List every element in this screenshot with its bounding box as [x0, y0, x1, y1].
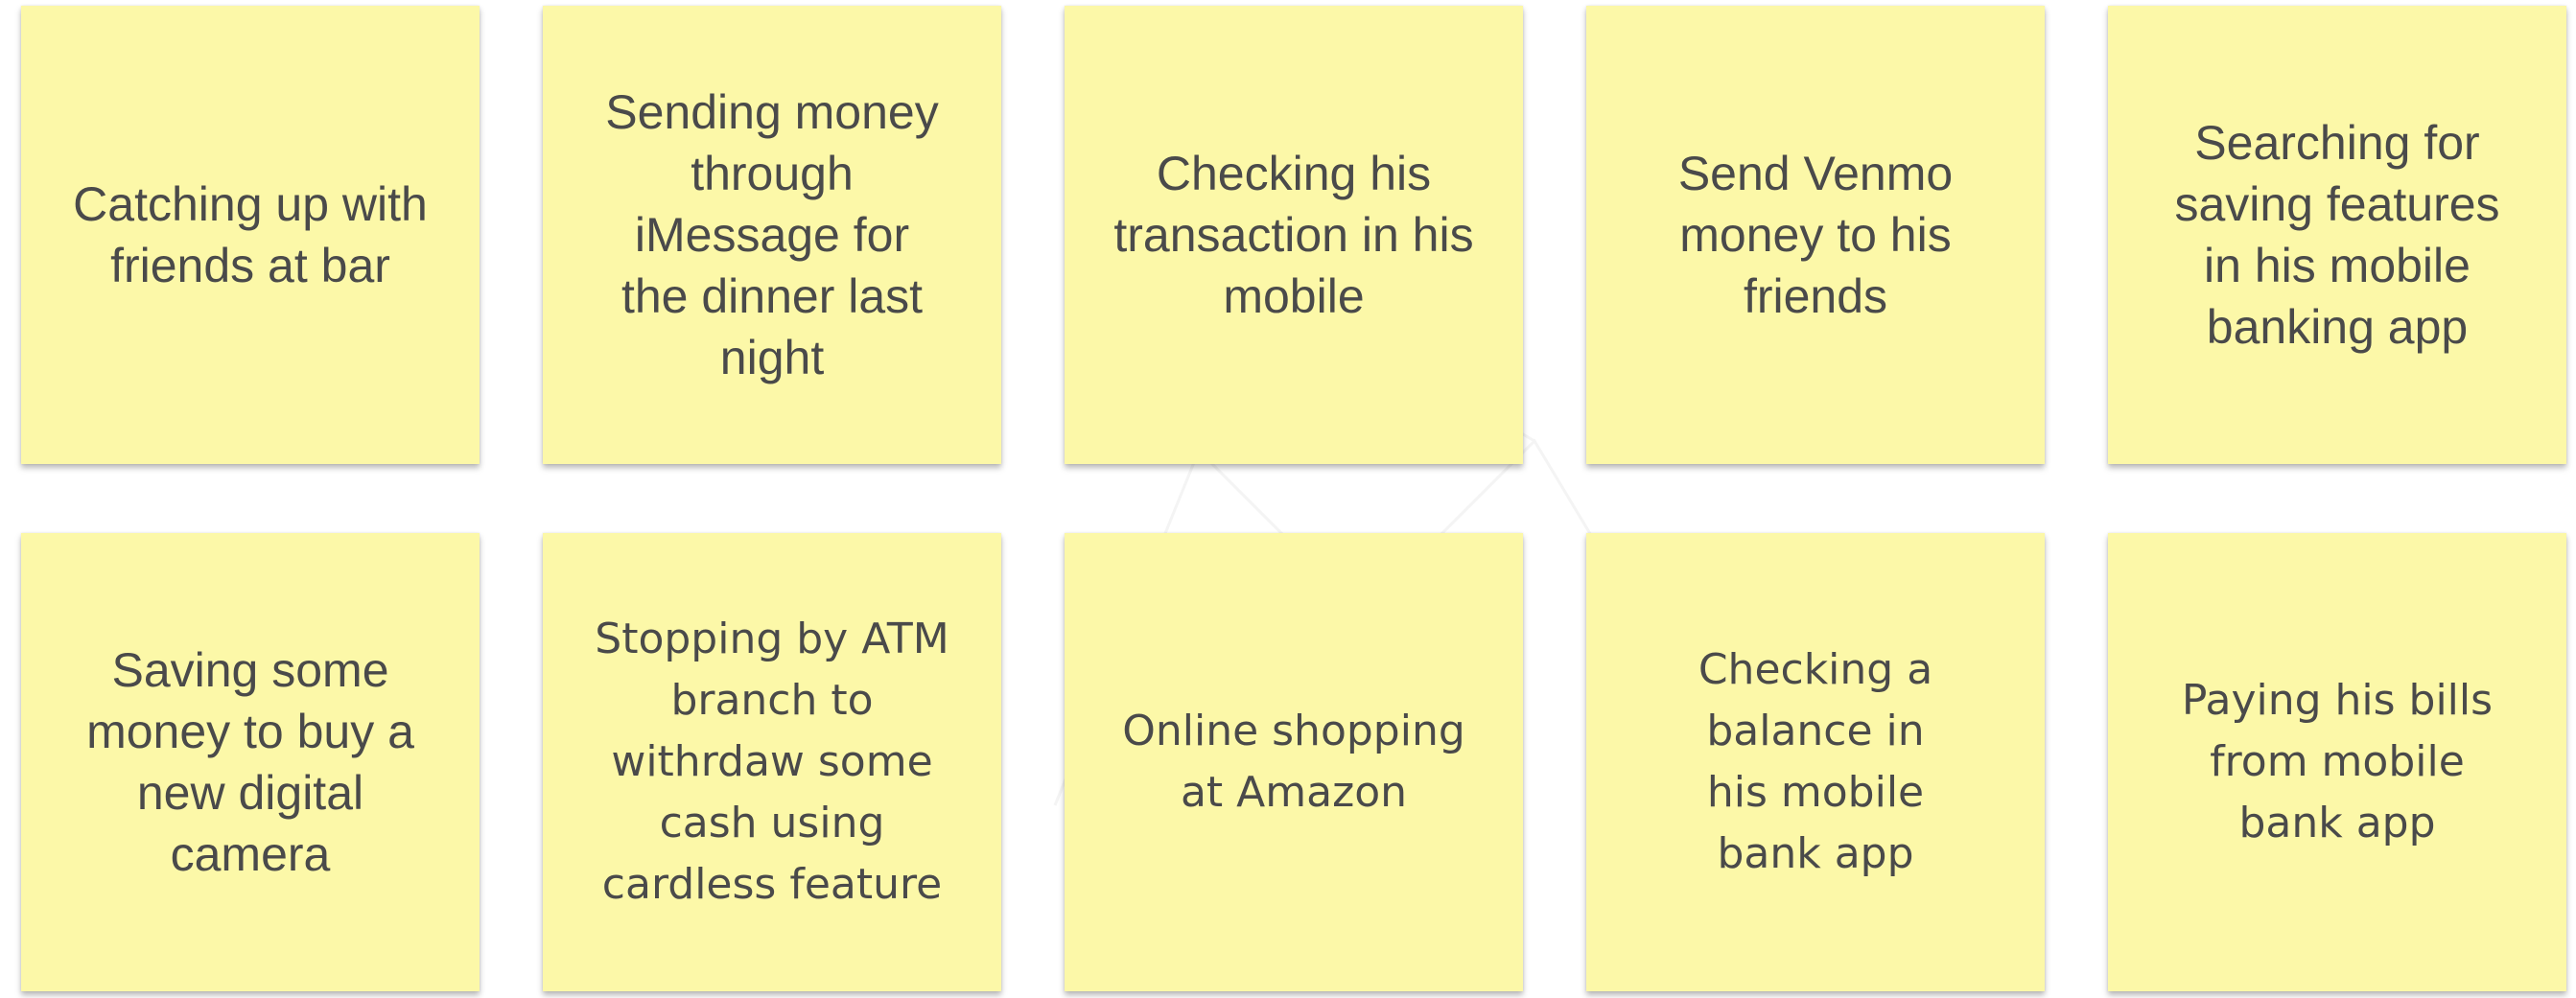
sticky-note: Stopping by ATM branch to withrdaw some … — [543, 533, 1001, 991]
sticky-note: Online shopping at Amazon — [1065, 533, 1523, 991]
sticky-note-text: Paying his bills from mobile bank app — [2181, 676, 2494, 847]
sticky-note: Checking a balance in his mobile bank ap… — [1586, 533, 2045, 991]
sticky-note: Sending money through iMessage for the d… — [543, 6, 1001, 464]
sticky-note-text: Saving some money to buy a new digital c… — [86, 643, 414, 881]
sticky-note-text: Catching up with friends at bar — [73, 177, 428, 292]
sticky-note: Checking his transaction in his mobile — [1065, 6, 1523, 464]
sticky-note: Paying his bills from mobile bank app — [2108, 533, 2566, 991]
sticky-note: Searching for saving features in his mob… — [2108, 6, 2566, 464]
sticky-note-text: Searching for saving features in his mob… — [2174, 116, 2500, 354]
sticky-note-text: Sending money through iMessage for the d… — [605, 85, 939, 384]
sticky-note-text: Checking his transaction in his mobile — [1113, 147, 1474, 323]
sticky-note-board: Catching up with friends at bar Sending … — [0, 0, 2576, 998]
sticky-note: Catching up with friends at bar — [21, 6, 480, 464]
sticky-note-text: Online shopping at Amazon — [1122, 707, 1465, 817]
sticky-note-text: Stopping by ATM branch to withrdaw some … — [595, 615, 949, 909]
sticky-note-text: Send Venmo money to his friends — [1677, 147, 1954, 323]
sticky-note-text: Checking a balance in his mobile bank ap… — [1698, 645, 1933, 878]
sticky-note: Saving some money to buy a new digital c… — [21, 533, 480, 991]
sticky-note: Send Venmo money to his friends — [1586, 6, 2045, 464]
